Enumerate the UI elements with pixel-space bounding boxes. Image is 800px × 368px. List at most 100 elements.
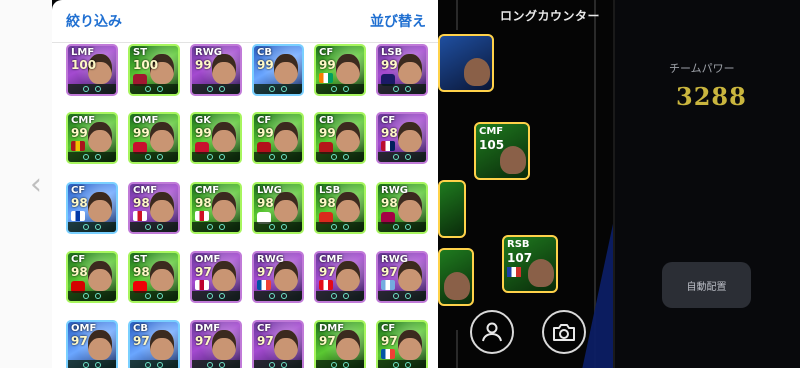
skill-dots-icon — [269, 362, 287, 368]
player-card[interactable]: LWG 98 — [252, 182, 304, 234]
card-footer — [68, 152, 116, 162]
player-card[interactable]: OMF 97 — [190, 251, 242, 303]
player-card[interactable]: LSB 98 — [314, 182, 366, 234]
player-portrait — [336, 54, 360, 84]
player-portrait — [88, 122, 112, 152]
player-card[interactable]: CMF 98 — [190, 182, 242, 234]
player-portrait — [336, 330, 360, 360]
card-footer — [378, 152, 426, 162]
chevron-left-icon[interactable]: ‹ — [30, 168, 52, 202]
rating-label: 97 — [71, 334, 88, 348]
rating-label: 99 — [195, 58, 212, 72]
rating-label: 100 — [71, 58, 97, 72]
position-label: RWG — [381, 185, 408, 196]
right-panel — [613, 0, 800, 368]
player-card[interactable]: CMF 99 — [66, 112, 118, 164]
player-card[interactable]: CF 98 — [66, 251, 118, 303]
pitch-player-card[interactable] — [438, 248, 474, 306]
skill-dots-icon — [145, 154, 163, 160]
skill-dots-icon — [269, 224, 287, 230]
auto-arrange-button[interactable]: 自動配置 — [662, 262, 751, 308]
player-portrait — [274, 330, 298, 360]
pitch-player-card[interactable]: CMF 105 — [474, 122, 530, 180]
player-portrait — [336, 261, 360, 291]
player-portrait — [212, 122, 236, 152]
card-footer — [130, 222, 178, 232]
player-portrait — [150, 330, 174, 360]
player-card[interactable]: RWG 97 — [252, 251, 304, 303]
position-label: CB — [319, 115, 334, 126]
skill-dots-icon — [393, 293, 411, 299]
player-portrait — [212, 192, 236, 222]
player-card[interactable]: CF 99 — [252, 112, 304, 164]
camera-icon — [553, 324, 575, 341]
player-card[interactable]: CF 97 — [376, 320, 428, 368]
player-card[interactable]: LSB 99 — [376, 44, 428, 96]
player-card[interactable]: OMF 99 — [128, 112, 180, 164]
player-card[interactable]: CB 99 — [314, 112, 366, 164]
pitch-player-card[interactable]: RSB 107 — [502, 235, 558, 293]
rating-label: 98 — [257, 196, 274, 210]
player-portrait — [88, 261, 112, 291]
player-portrait — [274, 54, 298, 84]
rating-label: 99 — [381, 58, 398, 72]
card-footer — [68, 360, 116, 368]
card-footer — [316, 360, 364, 368]
skill-dots-icon — [83, 86, 101, 92]
player-card[interactable]: CF 98 — [376, 112, 428, 164]
position-label: DMF — [195, 323, 221, 334]
player-card[interactable]: GK 99 — [190, 112, 242, 164]
player-portrait — [500, 146, 526, 174]
skill-dots-icon — [83, 362, 101, 368]
rating-label: 107 — [507, 251, 533, 265]
rating-label: 97 — [257, 334, 274, 348]
player-portrait — [464, 58, 490, 86]
pitch-player-card[interactable] — [438, 180, 466, 238]
player-card[interactable]: RWG 97 — [376, 251, 428, 303]
card-footer — [254, 152, 302, 162]
rating-label: 97 — [195, 265, 212, 279]
sort-button[interactable]: 並び替え — [370, 11, 426, 31]
player-portrait — [336, 122, 360, 152]
rating-label: 99 — [257, 126, 274, 140]
player-card[interactable]: CF 97 — [252, 320, 304, 368]
player-card[interactable]: CB 99 — [252, 44, 304, 96]
pitch-player-card[interactable] — [438, 34, 494, 92]
screenshot-button[interactable] — [542, 310, 586, 354]
position-label: CB — [133, 323, 148, 334]
player-card[interactable]: ST 100 — [128, 44, 180, 96]
position-label: CMF — [71, 115, 96, 126]
flag-icon — [257, 280, 271, 290]
player-card[interactable]: CF 99 — [314, 44, 366, 96]
player-card[interactable]: ST 98 — [128, 251, 180, 303]
player-card[interactable]: CMF 97 — [314, 251, 366, 303]
flag-icon — [319, 280, 333, 290]
position-label: OMF — [195, 254, 221, 265]
skill-dots-icon — [269, 293, 287, 299]
player-portrait — [212, 330, 236, 360]
player-card[interactable]: CB 97 — [128, 320, 180, 368]
player-card[interactable]: CMF 98 — [128, 182, 180, 234]
card-footer — [378, 222, 426, 232]
filter-button[interactable]: 絞り込み — [66, 11, 122, 31]
player-card[interactable]: CF 98 — [66, 182, 118, 234]
position-label: CF — [257, 323, 272, 334]
player-card[interactable]: OMF 97 — [66, 320, 118, 368]
player-card[interactable]: DMF 97 — [314, 320, 366, 368]
player-card[interactable]: LMF 100 — [66, 44, 118, 96]
position-label: DMF — [319, 323, 345, 334]
player-card[interactable]: RWG 99 — [190, 44, 242, 96]
flag-icon — [71, 211, 85, 221]
card-footer — [192, 222, 240, 232]
card-footer — [316, 152, 364, 162]
player-card[interactable]: DMF 97 — [190, 320, 242, 368]
player-portrait — [336, 192, 360, 222]
player-portrait — [274, 122, 298, 152]
player-profile-button[interactable] — [470, 310, 514, 354]
rating-label: 97 — [381, 334, 398, 348]
long-counter-label: ロングカウンター — [500, 9, 601, 23]
skill-dots-icon — [393, 154, 411, 160]
rating-label: 98 — [195, 196, 212, 210]
player-card[interactable]: RWG 98 — [376, 182, 428, 234]
skill-dots-icon — [207, 86, 225, 92]
